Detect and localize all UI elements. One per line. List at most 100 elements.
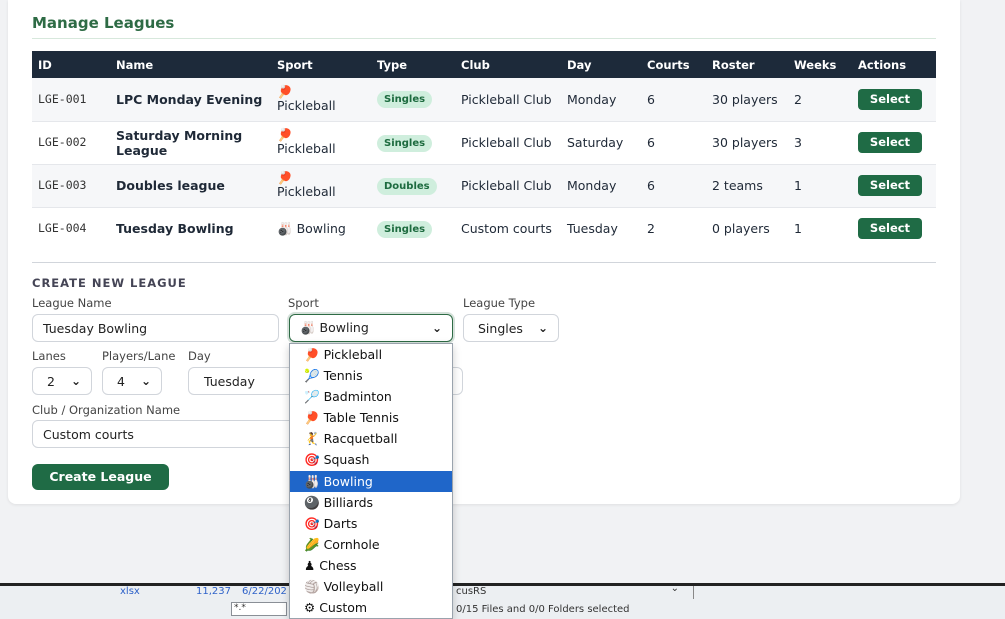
sport-option-badminton[interactable]: 🏸 Badminton [290, 386, 452, 407]
players-per-lane-value: 4 [117, 373, 125, 389]
league-name: Tuesday Bowling [110, 206, 271, 250]
league-roster: 2 teams [706, 163, 788, 207]
league-club: Pickleball Club [455, 163, 561, 207]
manage-leagues-card: Manage Leagues ID Name Sport Type Club D… [8, 0, 960, 504]
column-header: Name [110, 51, 271, 78]
league-roster: 30 players [706, 120, 788, 164]
sport-option-darts[interactable]: 🎯 Darts [290, 513, 452, 534]
pickleball-icon: 🏓 [277, 170, 293, 185]
column-header: Type [371, 51, 455, 78]
league-club: Pickleball Club [455, 120, 561, 164]
badminton-icon: 🏸 [304, 389, 320, 405]
league-type: Doubles [371, 163, 455, 207]
league-type-select[interactable]: Singles ⌄ [463, 314, 559, 342]
sport-option-tennis[interactable]: 🎾 Tennis [290, 365, 452, 386]
league-id: LGE-004 [32, 206, 110, 250]
option-label: Tennis [323, 368, 363, 384]
option-label: Squash [323, 452, 370, 468]
sport-select[interactable]: 🎳 Bowling ⌄ [289, 314, 453, 342]
sport-option-volleyball[interactable]: 🏐 Volleyball [290, 576, 452, 597]
table-row: LGE-002 Saturday Morning League 🏓 Pickleb… [32, 120, 936, 164]
sport-label: Pickleball [277, 141, 336, 156]
path-combo[interactable]: cusRS ⌄ [452, 583, 694, 599]
pickleball-icon: 🏓 [277, 83, 293, 99]
pickleball-icon: 🏓 [304, 347, 320, 362]
day-value: Tuesday [204, 373, 255, 389]
lanes-select[interactable]: 2 ⌄ [32, 367, 92, 395]
league-name: LPC Monday Evening [110, 78, 271, 121]
select-button[interactable]: Select [858, 132, 922, 153]
file-manager-statusbar: xlsx 11,237 6/22/202 *.* cusRS ⌄ 0/15 Fi… [0, 583, 1005, 619]
tennis-icon: 🎾 [304, 368, 320, 384]
sport-option-bowling[interactable]: 🎳 Bowling [290, 470, 452, 492]
volleyball-icon: 🏐 [304, 579, 320, 595]
league-name-input[interactable]: Tuesday Bowling [32, 314, 279, 342]
league-type: Singles [371, 120, 455, 164]
select-button[interactable]: Select [858, 218, 922, 240]
sport-option-cornhole[interactable]: 🌽 Cornhole [290, 534, 452, 555]
league-roster: 30 players [706, 78, 788, 121]
league-courts: 2 [641, 206, 706, 250]
league-name-label: League Name [32, 296, 112, 310]
league-name-value: Tuesday Bowling [43, 320, 148, 336]
type-badge: Singles [377, 220, 433, 238]
chevron-down-icon: ⌄ [537, 321, 548, 335]
league-id: LGE-001 [32, 78, 110, 121]
type-badge: Singles [377, 134, 433, 152]
option-label: Chess [319, 557, 357, 573]
sport-option-table-tennis[interactable]: 🏓 Table Tennis [290, 407, 452, 428]
racquetball-icon: 🤾 [304, 431, 320, 447]
column-header: Weeks [788, 51, 852, 78]
table-row: LGE-004 Tuesday Bowling 🎳 Bowling Single… [32, 206, 936, 250]
chevron-down-icon: ⌄ [70, 374, 81, 388]
select-button[interactable]: Select [858, 88, 922, 110]
create-league-button[interactable]: Create League [32, 464, 169, 490]
option-label: Pickleball [323, 347, 383, 362]
chevron-down-icon: ⌄ [431, 321, 442, 335]
option-label: Custom [319, 600, 368, 616]
create-league-heading: CREATE NEW LEAGUE [32, 276, 187, 290]
file-filter-input[interactable]: *.* [231, 602, 287, 616]
file-date: 6/22/202 [242, 586, 287, 597]
lanes-label: Lanes [32, 349, 66, 363]
league-courts: 6 [641, 78, 706, 121]
table-row: LGE-003 Doubles league 🏓 Pickleball Doubl… [32, 163, 936, 207]
league-actions: Select [852, 163, 936, 207]
league-type: Singles [371, 206, 455, 250]
table-row: LGE-001 LPC Monday Evening 🏓 Pickleball S… [32, 78, 936, 121]
file-extension: xlsx [120, 586, 140, 597]
column-header: Club [455, 51, 561, 78]
league-type: Singles [371, 78, 455, 121]
sport-label: Pickleball [277, 97, 336, 113]
league-actions: Select [852, 120, 936, 164]
table-tennis-icon: 🏓 [304, 410, 320, 426]
club-label: Club / Organization Name [32, 403, 181, 417]
sport-option-squash[interactable]: 🎯 Squash [290, 449, 452, 470]
path-combo-text: cusRS [456, 586, 487, 597]
club-input[interactable]: Custom courts [32, 420, 307, 448]
league-courts: 6 [641, 163, 706, 207]
section-divider [32, 262, 936, 263]
column-header: Actions [852, 51, 936, 78]
option-label: Racquetball [323, 431, 398, 447]
option-label: Darts [323, 515, 358, 531]
sport-select-value: 🎳 Bowling [300, 320, 369, 335]
league-courts: 6 [641, 120, 706, 164]
sport-option-racquetball[interactable]: 🤾 Racquetball [290, 428, 452, 449]
sport-option-pickleball[interactable]: 🏓 Pickleball [290, 344, 452, 365]
sport-option-chess[interactable]: ♟ Chess [290, 555, 452, 576]
league-name: Saturday Morning League [110, 120, 271, 164]
gear-icon: ⚙ [304, 600, 316, 616]
league-id: LGE-003 [32, 163, 110, 207]
league-name: Doubles league [110, 163, 271, 207]
club-value: Custom courts [43, 426, 134, 442]
sport-option-billiards[interactable]: 🎱 Billiards [290, 492, 452, 513]
players-per-lane-label: Players/Lane [102, 349, 176, 363]
page-title: Manage Leagues [32, 14, 175, 32]
sport-option-custom[interactable]: ⚙ Custom [290, 597, 452, 618]
players-per-lane-select[interactable]: 4 ⌄ [102, 367, 162, 395]
select-button[interactable]: Select [858, 175, 922, 196]
column-header: ID [32, 51, 110, 78]
league-day: Monday [561, 78, 641, 121]
darts-icon: 🎯 [304, 515, 320, 531]
